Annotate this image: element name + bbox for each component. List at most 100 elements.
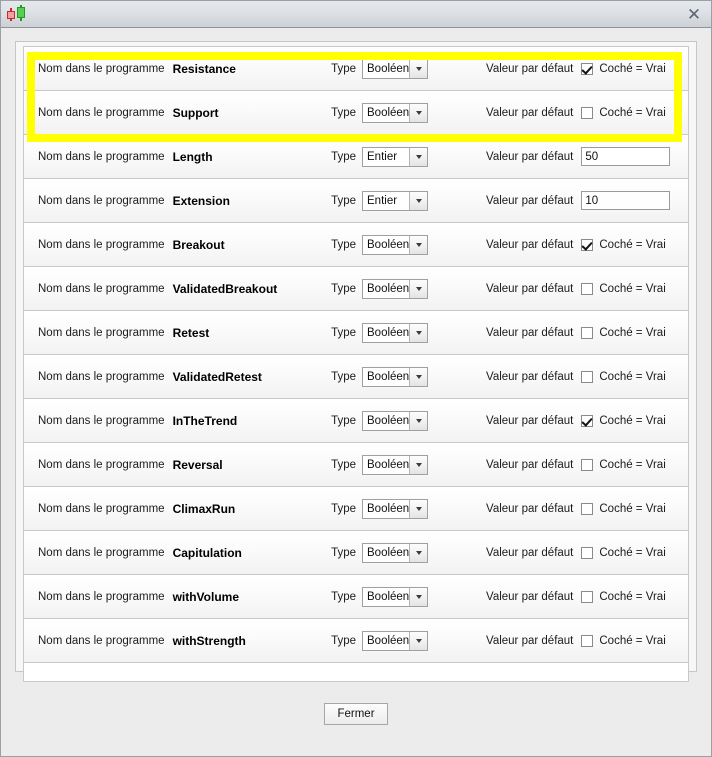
chevron-down-icon[interactable] bbox=[409, 279, 427, 298]
default-value-label: Valeur par défaut bbox=[486, 546, 574, 559]
default-value-input[interactable] bbox=[581, 191, 671, 210]
parameter-name: withStrength bbox=[172, 633, 246, 648]
checkbox-label: Coché = Vrai bbox=[599, 238, 666, 251]
default-value-checkbox[interactable] bbox=[581, 238, 594, 251]
default-value-label: Valeur par défaut bbox=[486, 150, 574, 163]
default-value-checkbox-wrap[interactable]: Coché = Vrai bbox=[581, 458, 666, 471]
program-name-label: Nom dans le programme bbox=[38, 150, 165, 163]
table-row: Nom dans le programme ValidatedRetest Type… bbox=[24, 355, 688, 399]
parameter-name: ValidatedRetest bbox=[172, 369, 262, 384]
default-value-checkbox[interactable] bbox=[581, 62, 594, 75]
default-value-group: Valeur par défaut Coché = Vrai bbox=[486, 502, 676, 515]
type-label: Type bbox=[331, 590, 356, 603]
type-select[interactable]: Booléen bbox=[362, 542, 428, 563]
chevron-down-icon[interactable] bbox=[409, 235, 427, 254]
default-value-label: Valeur par défaut bbox=[486, 238, 574, 251]
type-select[interactable]: Booléen bbox=[362, 498, 428, 519]
default-value-group: Valeur par défaut Coché = Vrai bbox=[486, 634, 676, 647]
default-value-group: Valeur par défaut Coché = Vrai bbox=[486, 370, 676, 383]
type-select[interactable]: Entier bbox=[362, 190, 428, 211]
program-name-label: Nom dans le programme bbox=[38, 590, 165, 603]
chevron-down-icon[interactable] bbox=[409, 191, 427, 210]
table-row: Nom dans le programme ClimaxRun Type Boolée… bbox=[24, 487, 688, 531]
candlestick-chart-icon bbox=[6, 4, 28, 24]
default-value-group: Valeur par défaut Coché = Vrai bbox=[486, 326, 676, 339]
type-select[interactable]: Booléen bbox=[362, 102, 428, 123]
default-value-checkbox[interactable] bbox=[581, 590, 594, 603]
checkbox-label: Coché = Vrai bbox=[599, 502, 666, 515]
type-select-value: Booléen bbox=[363, 631, 409, 650]
default-value-checkbox[interactable] bbox=[581, 546, 594, 559]
checkbox-label: Coché = Vrai bbox=[599, 106, 666, 119]
default-value-checkbox[interactable] bbox=[581, 326, 594, 339]
type-group: Type Booléen bbox=[331, 322, 428, 343]
type-group: Type Booléen bbox=[331, 102, 428, 123]
type-label: Type bbox=[331, 414, 356, 427]
type-select[interactable]: Booléen bbox=[362, 630, 428, 651]
program-name-label: Nom dans le programme bbox=[38, 62, 165, 75]
default-value-checkbox-wrap[interactable]: Coché = Vrai bbox=[581, 62, 666, 75]
default-value-checkbox-wrap[interactable]: Coché = Vrai bbox=[581, 282, 666, 295]
default-value-checkbox-wrap[interactable]: Coché = Vrai bbox=[581, 238, 666, 251]
checkbox-label: Coché = Vrai bbox=[599, 370, 666, 383]
default-value-checkbox[interactable] bbox=[581, 282, 594, 295]
default-value-checkbox-wrap[interactable]: Coché = Vrai bbox=[581, 370, 666, 383]
chevron-down-icon[interactable] bbox=[409, 411, 427, 430]
table-row: Nom dans le programme Support Type Booléen V… bbox=[24, 91, 688, 135]
default-value-checkbox[interactable] bbox=[581, 414, 594, 427]
default-value-label: Valeur par défaut bbox=[486, 326, 574, 339]
table-row: Nom dans le programme Capitulation Type Boo… bbox=[24, 531, 688, 575]
type-select[interactable]: Booléen bbox=[362, 410, 428, 431]
chevron-down-icon[interactable] bbox=[409, 147, 427, 166]
type-select[interactable]: Booléen bbox=[362, 366, 428, 387]
default-value-checkbox-wrap[interactable]: Coché = Vrai bbox=[581, 106, 666, 119]
default-value-label: Valeur par défaut bbox=[486, 634, 574, 647]
program-name-label: Nom dans le programme bbox=[38, 282, 165, 295]
close-icon[interactable]: ✕ bbox=[677, 1, 711, 27]
chevron-down-icon[interactable] bbox=[409, 587, 427, 606]
default-value-checkbox-wrap[interactable]: Coché = Vrai bbox=[581, 414, 666, 427]
type-label: Type bbox=[331, 546, 356, 559]
type-group: Type Booléen bbox=[331, 278, 428, 299]
default-value-group: Valeur par défaut Coché = Vrai bbox=[486, 282, 676, 295]
default-value-checkbox-wrap[interactable]: Coché = Vrai bbox=[581, 326, 666, 339]
chevron-down-icon[interactable] bbox=[409, 631, 427, 650]
default-value-checkbox[interactable] bbox=[581, 458, 594, 471]
chevron-down-icon[interactable] bbox=[409, 103, 427, 122]
type-select[interactable]: Booléen bbox=[362, 234, 428, 255]
type-select[interactable]: Booléen bbox=[362, 454, 428, 475]
default-value-checkbox[interactable] bbox=[581, 370, 594, 383]
chevron-down-icon[interactable] bbox=[409, 499, 427, 518]
default-value-checkbox[interactable] bbox=[581, 634, 594, 647]
type-group: Type Booléen bbox=[331, 630, 428, 651]
default-value-checkbox-wrap[interactable]: Coché = Vrai bbox=[581, 590, 666, 603]
chevron-down-icon[interactable] bbox=[409, 455, 427, 474]
type-select[interactable]: Booléen bbox=[362, 322, 428, 343]
chevron-down-icon[interactable] bbox=[409, 323, 427, 342]
type-select[interactable]: Booléen bbox=[362, 586, 428, 607]
default-value-group: Valeur par défaut Coché = Vrai bbox=[486, 458, 676, 471]
type-select-value: Booléen bbox=[363, 235, 409, 254]
type-select[interactable]: Booléen bbox=[362, 278, 428, 299]
parameter-name: ValidatedBreakout bbox=[172, 281, 278, 296]
type-select[interactable]: Booléen bbox=[362, 58, 428, 79]
default-value-checkbox-wrap[interactable]: Coché = Vrai bbox=[581, 546, 666, 559]
default-value-checkbox[interactable] bbox=[581, 106, 594, 119]
type-select-value: Booléen bbox=[363, 587, 409, 606]
type-group: Type Booléen bbox=[331, 366, 428, 387]
default-value-group: Valeur par défaut Coché = Vrai bbox=[486, 546, 676, 559]
default-value-input[interactable] bbox=[581, 147, 671, 166]
close-button[interactable]: Fermer bbox=[324, 703, 388, 725]
type-select[interactable]: Entier bbox=[362, 146, 428, 167]
parameter-name: InTheTrend bbox=[172, 413, 238, 428]
default-value-checkbox-wrap[interactable]: Coché = Vrai bbox=[581, 634, 666, 647]
dialog-footer: Fermer bbox=[15, 672, 697, 756]
chevron-down-icon[interactable] bbox=[409, 59, 427, 78]
default-value-checkbox[interactable] bbox=[581, 502, 594, 515]
default-value-label: Valeur par défaut bbox=[486, 370, 574, 383]
chevron-down-icon[interactable] bbox=[409, 543, 427, 562]
default-value-checkbox-wrap[interactable]: Coché = Vrai bbox=[581, 502, 666, 515]
type-group: Type Booléen bbox=[331, 586, 428, 607]
program-name-label: Nom dans le programme bbox=[38, 194, 165, 207]
chevron-down-icon[interactable] bbox=[409, 367, 427, 386]
